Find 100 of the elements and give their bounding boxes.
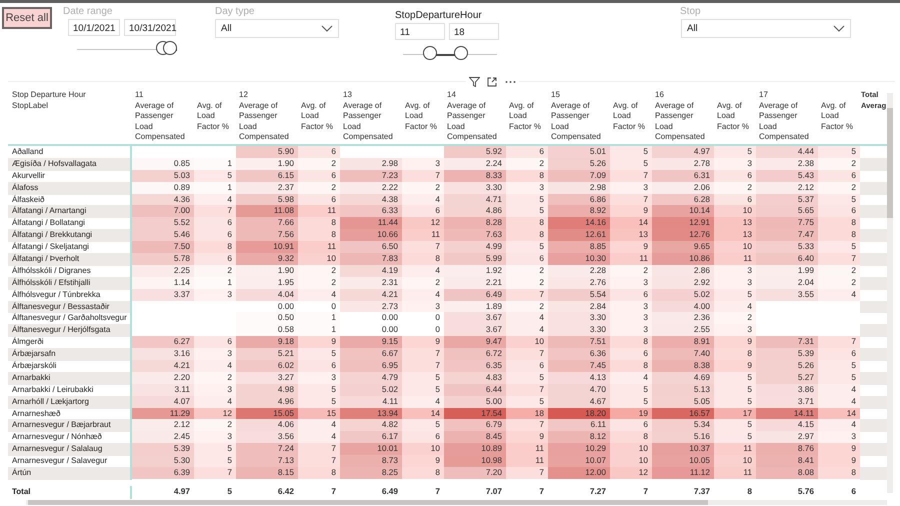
table-cell: 7 (194, 205, 236, 218)
table-cell: 4 (298, 431, 340, 444)
table-cell: 2 (818, 158, 860, 171)
table-cell: 5.16 (652, 431, 714, 444)
table-cell: 9 (818, 455, 860, 468)
table-cell: 3 (714, 158, 756, 171)
table-cell: 4 (818, 288, 860, 302)
vertical-scrollbar[interactable] (887, 93, 893, 493)
table-cell: 11 (714, 467, 756, 480)
table-cell: 2.36 (652, 312, 714, 326)
table-cell: 7 (298, 455, 340, 468)
table-cell: 7.56 (236, 229, 298, 242)
table-cell: 9 (818, 443, 860, 456)
table-cell (860, 182, 887, 195)
table-cell: 8 (610, 336, 652, 350)
table-cell: 3.67 (444, 324, 506, 338)
table-cell: 8.28 (444, 217, 506, 230)
chevron-down-icon[interactable] (833, 25, 845, 32)
filter-icon[interactable] (469, 77, 480, 87)
table-cell: 7.47 (756, 229, 818, 242)
table-cell: 7.75 (756, 217, 818, 230)
table-cell: 8.12 (548, 431, 610, 444)
focus-mode-icon[interactable] (487, 77, 498, 87)
table-cell: 2 (402, 182, 444, 195)
table-cell: 0.50 (236, 312, 298, 326)
row-label: Arnarnesvegur / Bæjarbraut (8, 419, 132, 432)
table-cell: 6 (298, 360, 340, 373)
table-cell: 1.90 (236, 264, 298, 278)
table-cell: 6.40 (756, 253, 818, 266)
table-cell: 4.99 (444, 241, 506, 254)
table-cell: 2 (818, 264, 860, 278)
table-cell: 7.37 (652, 486, 714, 499)
table-cell: 13 (714, 217, 756, 230)
input-field[interactable]: 10/31/2021 (124, 19, 176, 36)
table-cell: 11 (610, 253, 652, 266)
table-cell: 11 (298, 205, 340, 218)
table-cell: 7 (506, 467, 548, 480)
input-field[interactable]: 11 (395, 23, 445, 40)
table-cell: 10 (402, 443, 444, 456)
table-cell: 3 (194, 431, 236, 444)
table-cell: 5 (714, 146, 756, 159)
table-cell: 2 (714, 182, 756, 195)
column-header: Average of Passenger Load Compensated (135, 100, 186, 142)
table-cell: 6.39 (132, 467, 194, 480)
table-cell: 7 (298, 486, 340, 499)
table-cell (860, 443, 887, 456)
table-cell: 5 (714, 396, 756, 409)
table-cell: 10 (298, 253, 340, 266)
table-cell: 9.47 (444, 336, 506, 350)
table-cell: 13 (714, 229, 756, 242)
table-cell: 8 (610, 431, 652, 444)
table-cell: 5.34 (652, 419, 714, 432)
table-cell: 1.90 (236, 158, 298, 171)
table-cell: 2 (714, 312, 756, 326)
table-cell: 2.06 (652, 182, 714, 195)
reset-button[interactable]: Reset all (2, 7, 52, 29)
table-cell: 6 (818, 170, 860, 183)
table-cell: 10 (506, 336, 548, 350)
column-header: 13 (343, 90, 353, 100)
chevron-down-icon[interactable] (321, 25, 333, 32)
table-cell: 3.16 (132, 348, 194, 362)
table-cell (860, 348, 887, 362)
table-cell: 1.95 (236, 276, 298, 290)
table-cell: 8.41 (756, 455, 818, 468)
column-header: 11 (135, 90, 144, 100)
table-cell: 12.76 (652, 229, 714, 242)
table-cell: 10.91 (236, 241, 298, 254)
table-cell: 2 (506, 276, 548, 290)
table-cell: 4.97 (652, 146, 714, 159)
table-cell: 4.82 (340, 419, 402, 432)
table-cell: 10 (714, 455, 756, 468)
table-cell: 4.83 (444, 372, 506, 385)
table-cell: 8 (714, 486, 756, 499)
column-header: Average of Passenger Load Compensated (655, 100, 706, 142)
table-cell: 7.20 (444, 467, 506, 480)
table-cell: 7 (298, 443, 340, 456)
table-cell: 6.11 (548, 419, 610, 432)
table-cell: 5 (610, 158, 652, 171)
table-cell: 3 (714, 276, 756, 290)
input-field[interactable]: 10/1/2021 (68, 19, 120, 36)
input-field[interactable]: 18 (449, 23, 499, 40)
table-cell: 7.23 (340, 170, 402, 183)
column-header: Avg. of Load Factor % (405, 100, 438, 132)
table-cell: 4.15 (756, 419, 818, 432)
table-cell: 2 (818, 182, 860, 195)
table-cell: 6 (714, 170, 756, 183)
table-cell: 3 (194, 288, 236, 302)
table-cell: 8.85 (548, 241, 610, 254)
table-cell: 7.09 (548, 170, 610, 183)
table-cell: 7 (402, 486, 444, 499)
dropdown[interactable]: All (215, 19, 339, 38)
row-label: Árbæjarsafn (8, 348, 132, 362)
dropdown[interactable]: All (681, 19, 851, 38)
table-cell: 7.50 (132, 241, 194, 254)
horizontal-scrollbar[interactable] (26, 500, 887, 505)
table-cell: 4 (298, 288, 340, 302)
table-cell: 3.11 (132, 384, 194, 397)
table-cell: 6.79 (444, 419, 506, 432)
table-cell: 5 (402, 372, 444, 385)
table-cell: 4 (818, 384, 860, 397)
